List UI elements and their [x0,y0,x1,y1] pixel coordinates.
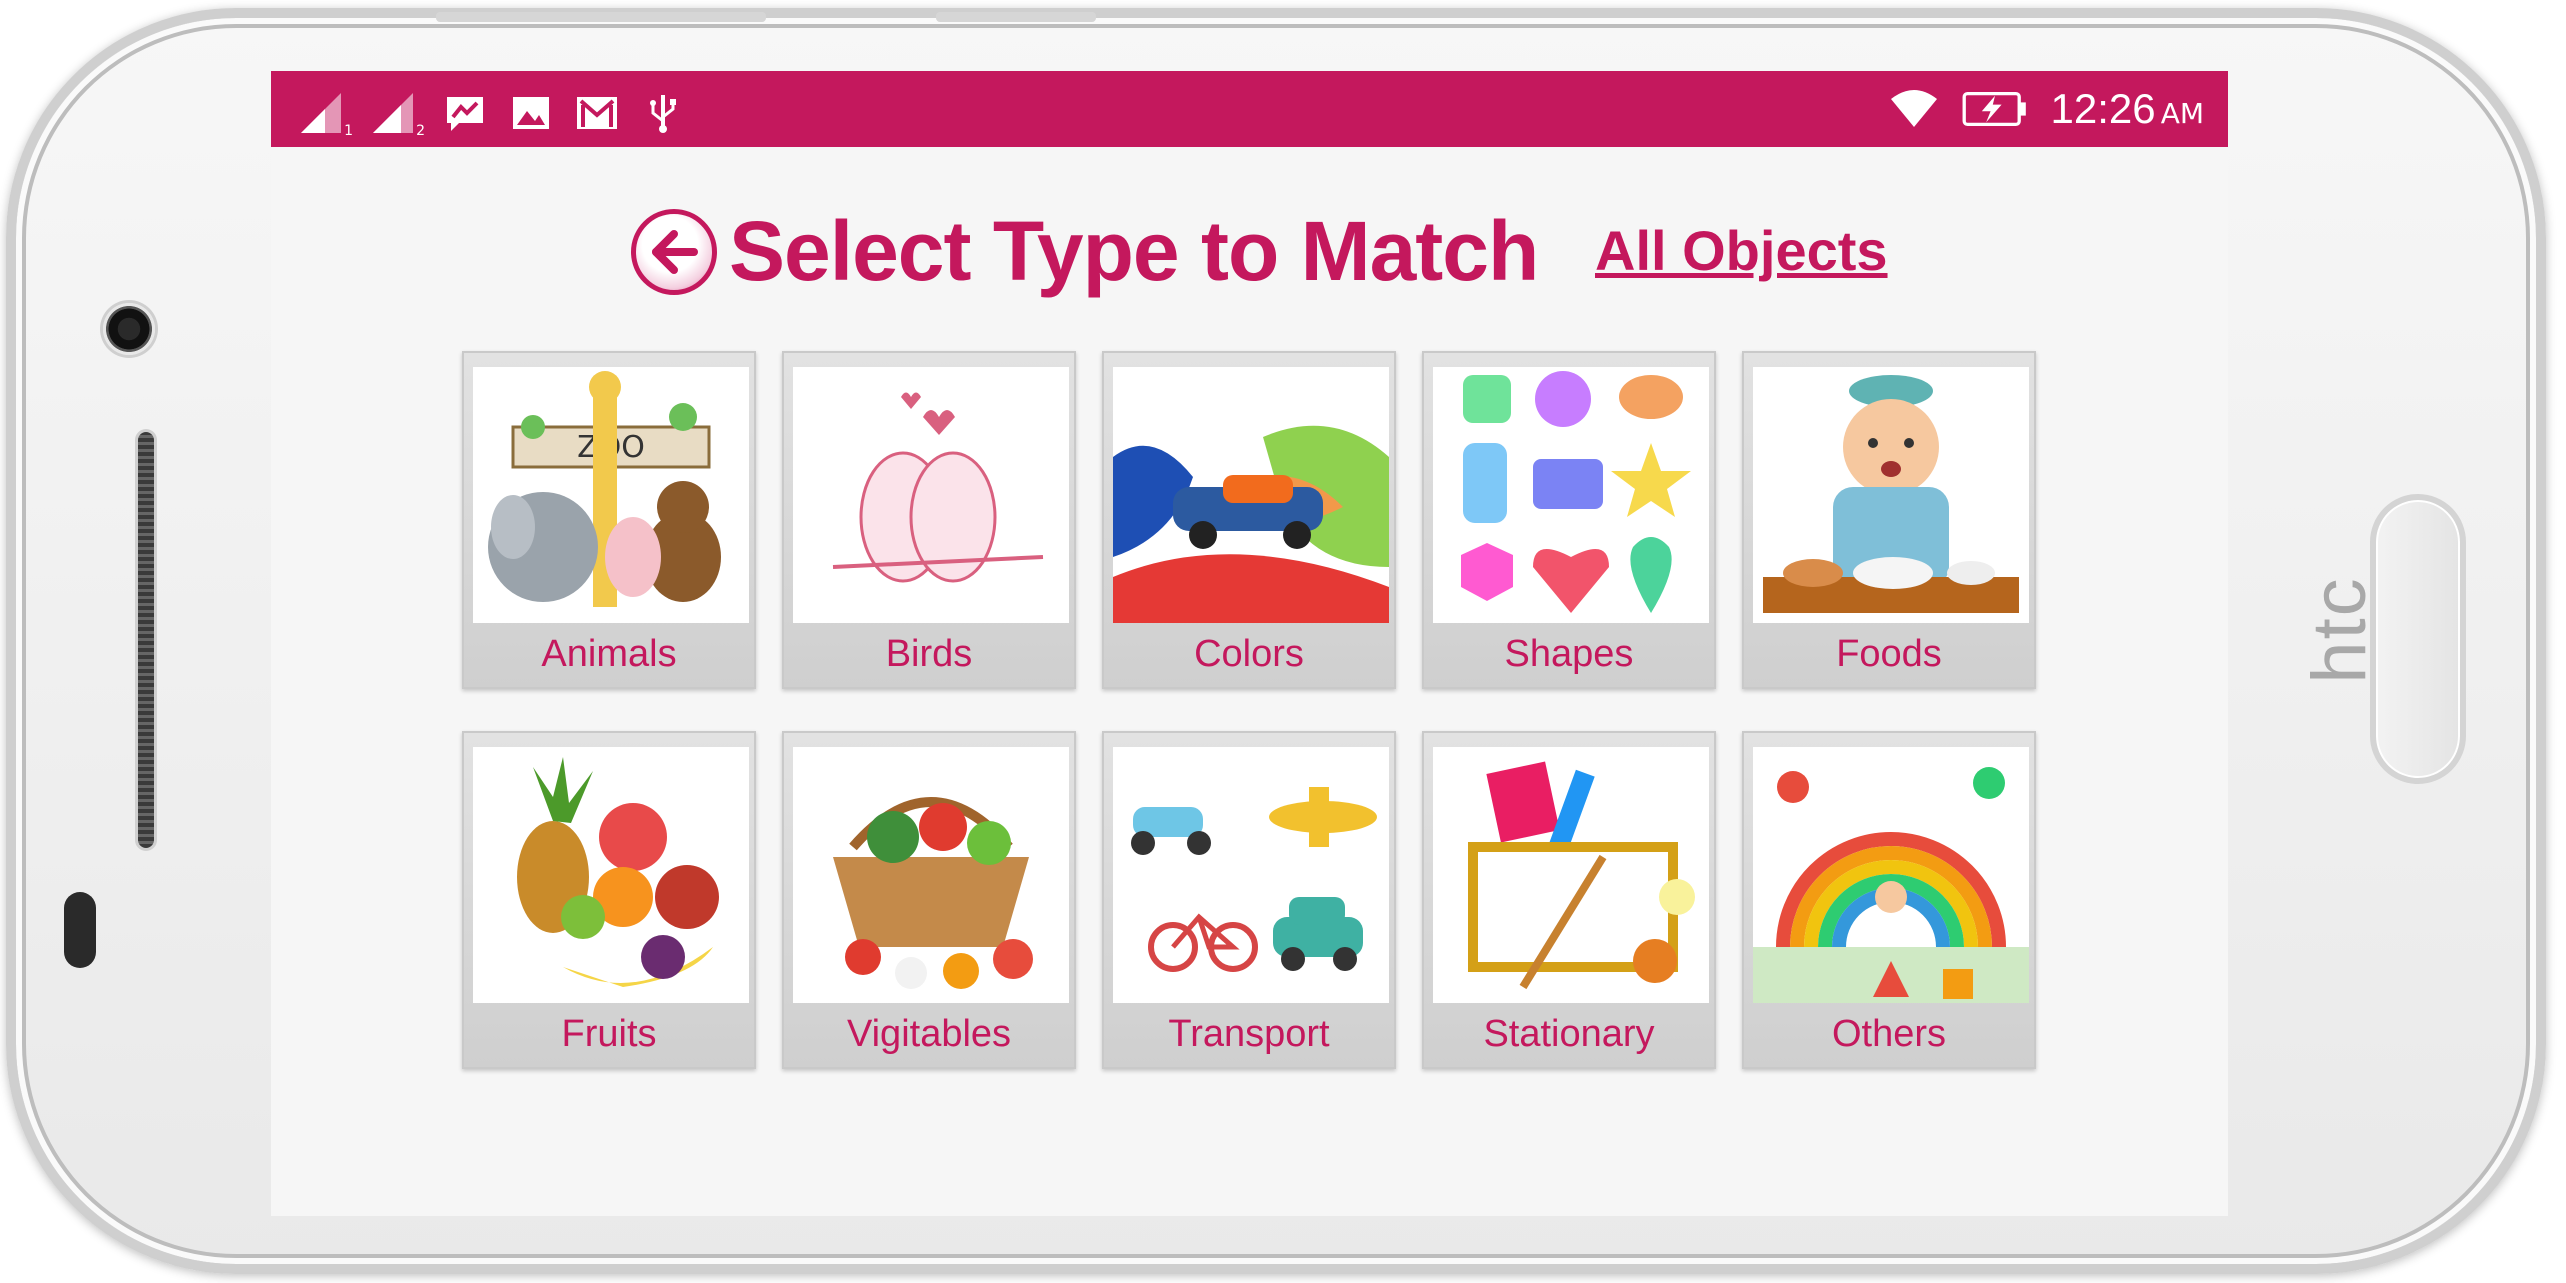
boy-eating-icon [1753,367,2029,623]
back-button[interactable] [631,209,717,295]
clock: 12:26 AM [2050,85,2204,133]
category-label: Fruits [561,1013,657,1055]
vegetable-basket-icon [793,747,1069,1003]
wifi-icon [1891,90,1938,127]
messenger-icon [447,97,483,131]
home-button[interactable] [2370,494,2466,784]
brand-logo: htc [2297,576,2382,684]
signal-sim1-icon: 1 [299,91,353,139]
fruits-icon [473,747,749,1003]
category-card-vigitables[interactable]: Vigitables [782,731,1076,1069]
clock-time: 12:26 [2050,85,2156,132]
rainbow-kids-icon [1753,747,2029,1003]
battery-charging-icon [1963,91,2027,127]
gallery-icon [513,97,549,129]
zoo-animals-icon: ZOO [473,367,749,623]
status-bar: 1 2 12:26 AM [271,71,2228,147]
category-label: Shapes [1504,633,1634,675]
power-button [936,12,1096,22]
category-card-birds[interactable]: Birds [782,351,1076,689]
category-label: Stationary [1483,1013,1655,1055]
signal-sim2-icon: 2 [371,91,425,139]
category-card-transport[interactable]: Transport [1102,731,1396,1069]
volume-button [436,12,766,22]
usb-icon [650,95,676,133]
category-label: Others [1831,1013,1947,1055]
category-card-stationary[interactable]: Stationary [1422,731,1716,1069]
category-card-animals[interactable]: ZOO Animals [462,351,756,689]
sim1-label: 1 [344,123,353,139]
category-card-colors[interactable]: Colors [1102,351,1396,689]
category-card-others[interactable]: Others [1742,731,2036,1069]
vehicles-icon [1113,747,1389,1003]
category-label: Vigitables [846,1013,1012,1055]
speaker-grill [138,432,154,848]
lovebirds-icon [793,367,1069,623]
category-card-fruits[interactable]: Fruits [462,731,756,1069]
category-card-shapes[interactable]: Shapes [1422,351,1716,689]
category-label: Colors [1194,633,1304,675]
back-arrow-icon [652,230,698,274]
page-title: Select Type to Match [729,204,1539,298]
front-camera-icon [103,303,155,355]
stationery-icon [1433,747,1709,1003]
clock-ampm: AM [2160,97,2204,130]
gmail-icon [577,97,617,129]
category-label: Animals [541,633,677,675]
paint-splash-car-icon [1113,367,1389,623]
category-card-foods[interactable]: Foods [1742,351,2036,689]
category-label: Transport [1168,1013,1330,1055]
all-objects-link[interactable]: All Objects [1595,216,1888,286]
app-screen: 1 2 12:26 AM Select Type to Match All Ob… [271,71,2228,1216]
proximity-sensor [64,892,96,968]
category-label: Birds [885,633,973,675]
category-label: Foods [1836,633,1942,675]
shapes-icon [1433,367,1709,623]
sim2-label: 2 [416,123,425,139]
